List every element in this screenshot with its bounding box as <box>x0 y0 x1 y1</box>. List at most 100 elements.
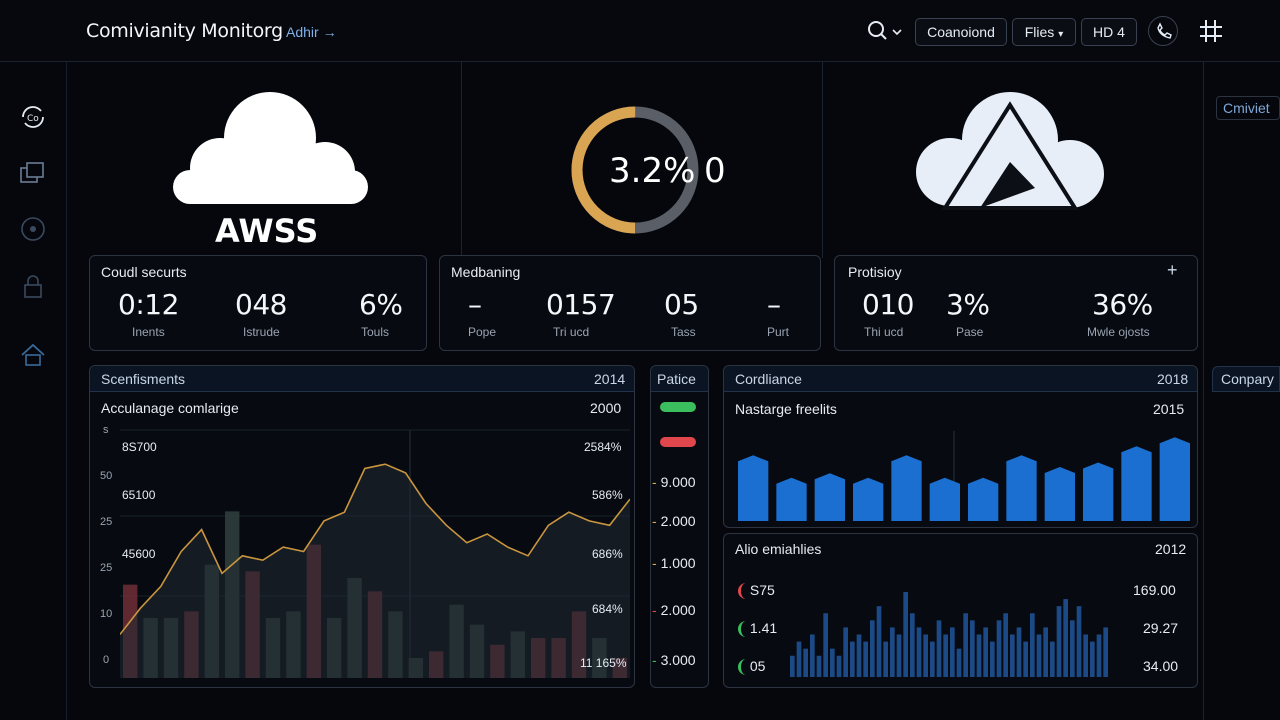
aws-card: AWSS <box>160 80 380 250</box>
alio-bar <box>790 655 795 677</box>
alio-bar <box>996 620 1002 677</box>
panel-title: Coudl securts <box>101 264 187 280</box>
sidebar-item-refresh[interactable]: Co <box>18 102 48 132</box>
status-pill-red <box>660 437 696 447</box>
cordliance-bar <box>853 477 884 521</box>
metric-row-value: 05 <box>749 658 766 674</box>
cordliance-bar <box>929 477 960 521</box>
metric-label: Purt <box>767 325 790 339</box>
compare-tab[interactable]: Cmiviet <box>1216 96 1280 120</box>
metric-label: Mwle ojosts <box>1087 325 1150 339</box>
alio-bar <box>976 634 982 677</box>
panel-header-title: Cordliance <box>735 371 802 387</box>
divider <box>822 62 823 258</box>
app-title: Comivianity Monitorg <box>86 20 283 42</box>
right-label: 2584% <box>584 440 622 454</box>
alio-bar <box>1070 620 1075 677</box>
alio-bar <box>990 641 995 677</box>
grid-menu-button[interactable] <box>1198 18 1224 44</box>
y-tick: 25 <box>100 562 113 574</box>
compare-tab-label: Cmiviet <box>1223 100 1270 116</box>
chart-title: Alio emiahlies <box>735 541 822 557</box>
right-label: 684% <box>592 602 623 616</box>
search-button[interactable] <box>866 18 904 44</box>
sidebar: Co <box>0 62 67 720</box>
y-tick: 50 <box>100 470 113 482</box>
chart-year: 2015 <box>1153 401 1185 417</box>
y-tick: s <box>103 424 109 436</box>
sidebar-item-home[interactable] <box>18 340 48 370</box>
hd-button-label: HD 4 <box>1093 24 1125 40</box>
level-text: 2.000 <box>660 513 696 529</box>
panel-title: Protisioy <box>848 264 902 280</box>
alio-bar <box>876 606 882 677</box>
command-button[interactable]: Coanoiond <box>915 18 1007 46</box>
alio-bar <box>916 627 922 677</box>
alio-bar <box>1043 627 1048 677</box>
call-button[interactable] <box>1148 16 1178 46</box>
right-value: 29.27 <box>1143 620 1179 636</box>
alio-bar <box>983 627 988 677</box>
chevron-down-icon <box>892 29 902 36</box>
files-dropdown-label: Flies <box>1024 24 1055 40</box>
alio-bar <box>810 634 815 677</box>
divider <box>1203 62 1204 720</box>
alio-bar <box>803 648 808 677</box>
admin-link[interactable]: Adhir → <box>286 24 337 40</box>
alio-bar <box>796 641 802 677</box>
command-button-label: Coanoiond <box>927 24 995 40</box>
right-label: 11 165% <box>580 656 627 670</box>
level-text: 3.000 <box>660 652 696 668</box>
level-value: - 1.000 <box>652 555 696 571</box>
right-label: 686% <box>592 547 623 561</box>
level-dash: - <box>652 555 657 571</box>
alio-bar <box>890 627 895 677</box>
alio-bar <box>930 641 935 677</box>
sidebar-item-monitor[interactable] <box>18 214 48 244</box>
files-dropdown[interactable]: Flies ▾ <box>1012 18 1076 46</box>
level-value: - 2.000 <box>652 513 696 529</box>
metric-label: Pope <box>468 325 497 339</box>
grid-icon <box>1200 20 1222 42</box>
protisioy-panel: Protisioy + 010 Thi ucd 3% Pase 36% Mwle… <box>834 255 1198 351</box>
alio-bar <box>1076 606 1082 677</box>
refresh-icon: Co <box>22 106 44 128</box>
metric-value: 6% <box>359 288 403 321</box>
sidebar-item-security[interactable] <box>18 272 48 302</box>
alio-bar <box>943 634 948 677</box>
alio-bar <box>923 634 928 677</box>
alio-bar <box>970 620 975 677</box>
level-text: 2.000 <box>660 602 696 618</box>
sentiment-area <box>120 464 630 678</box>
alio-bar <box>956 648 962 677</box>
add-button[interactable]: + <box>1167 260 1178 281</box>
hd-button[interactable]: HD 4 <box>1081 18 1137 46</box>
metric-label: Istrude <box>243 325 280 339</box>
metric-label: Thi ucd <box>864 325 904 339</box>
series-value: 65100 <box>122 488 156 502</box>
alio-bar <box>1050 641 1055 677</box>
alio-bar <box>903 592 908 677</box>
home-icon <box>21 343 45 366</box>
alio-bar <box>823 613 828 677</box>
alio-panel: Alio emiahlies 2012 S75 1.41 05 169.00 2… <box>723 533 1198 688</box>
alio-bar <box>1063 599 1068 677</box>
metric-row-value: 1.41 <box>749 620 778 636</box>
y-tick: 10 <box>100 608 113 620</box>
panel-header-year: 2018 <box>1157 371 1189 387</box>
alio-bar <box>870 620 875 677</box>
gauge-card: 3.2% 0 <box>560 95 760 245</box>
cordliance-bar <box>814 473 845 521</box>
level-value: - 2.000 <box>652 602 696 618</box>
cordliance-bar <box>968 477 999 521</box>
chart-year: 2012 <box>1155 541 1187 557</box>
sidebar-item-windows[interactable] <box>18 158 48 188</box>
level-value: - 9.000 <box>652 474 696 490</box>
chart-title: Nastarge freelits <box>735 401 837 417</box>
cloud-logo-card <box>910 90 1110 215</box>
metric-value: 3% <box>946 288 990 321</box>
alio-bar <box>856 634 862 677</box>
metric-value: – <box>468 288 482 321</box>
alio-bar <box>1030 613 1035 677</box>
cordliance-bar <box>1083 462 1114 521</box>
